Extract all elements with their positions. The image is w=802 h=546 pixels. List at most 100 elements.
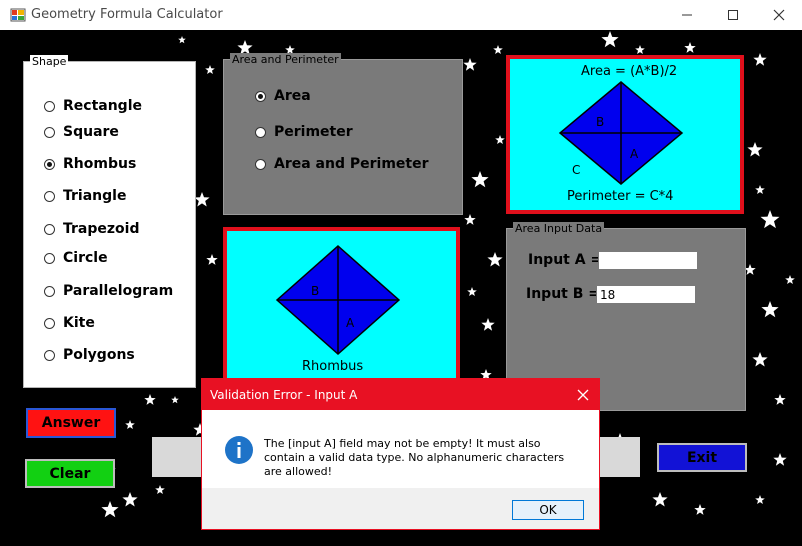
star-decoration (755, 185, 765, 194)
radio-label: Polygons (63, 347, 135, 363)
radio-button[interactable] (255, 90, 266, 102)
radio-button[interactable] (255, 158, 266, 170)
radio-button[interactable] (255, 126, 266, 138)
star-decoration (747, 142, 763, 157)
close-icon (773, 9, 785, 21)
dialog-title: Validation Error - Input A (210, 388, 358, 402)
star-decoration (694, 504, 706, 515)
radio-circle[interactable]: Circle (44, 250, 108, 266)
label-a: A (346, 316, 355, 330)
radio-label: Parallelogram (63, 283, 174, 299)
radio-trapezoid[interactable]: Trapezoid (44, 221, 139, 237)
radio-label: Rectangle (63, 98, 142, 114)
star-decoration (752, 352, 768, 367)
star-decoration (493, 45, 503, 54)
star-decoration (464, 214, 476, 225)
star-decoration (101, 501, 119, 518)
radio-rhombus[interactable]: Rhombus (44, 156, 136, 172)
radio-button[interactable] (44, 126, 55, 138)
radio-label: Square (63, 124, 119, 140)
label-a: A (630, 147, 639, 161)
radio-area-and-perimeter[interactable]: Area and Perimeter (255, 156, 429, 172)
radio-button[interactable] (44, 317, 55, 329)
radio-area[interactable]: Area (255, 88, 311, 104)
info-icon (225, 436, 253, 464)
star-decoration (635, 45, 645, 54)
validation-error-dialog: Validation Error - Input A The [input A]… (201, 378, 600, 530)
star-decoration (194, 192, 210, 207)
star-decoration (773, 453, 787, 466)
label-c: C (572, 163, 581, 177)
star-decoration (487, 252, 503, 267)
rhombus-formula-diagram (558, 81, 684, 185)
star-decoration (481, 318, 495, 331)
radio-label: Rhombus (63, 156, 137, 172)
star-decoration (744, 264, 756, 275)
maximize-button[interactable] (710, 0, 756, 30)
star-decoration (171, 396, 179, 404)
input-a-field[interactable] (598, 251, 698, 270)
radio-button[interactable] (44, 252, 55, 264)
perimeter-formula: Perimeter = C*4 (567, 189, 674, 204)
ok-button[interactable]: OK (512, 500, 584, 520)
maximize-icon (728, 10, 738, 20)
exit-button[interactable]: Exit (657, 443, 747, 472)
label-b: B (311, 284, 320, 298)
radio-rectangle[interactable]: Rectangle (44, 98, 142, 114)
radio-kite[interactable]: Kite (44, 315, 95, 331)
close-icon (577, 389, 589, 400)
star-decoration (755, 495, 765, 504)
star-decoration (144, 394, 156, 405)
radio-label: Trapezoid (63, 221, 140, 237)
formula-panel: Area = (A*B)/2 B A C Perimeter = C*4 (506, 55, 744, 214)
result-field-left (152, 437, 204, 477)
star-decoration (774, 394, 786, 405)
star-decoration (155, 485, 165, 494)
star-decoration (753, 53, 767, 66)
label-b: B (596, 115, 605, 129)
area-formula: Area = (A*B)/2 (581, 64, 678, 79)
calculation-group-legend: Area and Perimeter (230, 53, 341, 66)
close-button[interactable] (756, 0, 802, 30)
answer-button[interactable]: Answer (26, 408, 116, 438)
radio-parallelogram[interactable]: Parallelogram (44, 283, 173, 299)
radio-button[interactable] (44, 285, 55, 297)
input-a-label: Input A = (528, 252, 603, 268)
radio-button[interactable] (44, 223, 55, 235)
star-decoration (652, 492, 668, 507)
calculation-group: Area and Perimeter Area Perimeter Area a… (223, 53, 463, 215)
minimize-button[interactable] (664, 0, 710, 30)
star-decoration (122, 492, 138, 507)
radio-perimeter[interactable]: Perimeter (255, 124, 353, 140)
star-decoration (463, 58, 477, 71)
radio-polygons[interactable]: Polygons (44, 347, 135, 363)
minimize-icon (682, 14, 692, 16)
input-b-label: Input B = (526, 286, 601, 302)
dialog-close-button[interactable] (567, 379, 599, 410)
radio-label: Area (274, 88, 311, 104)
input-group-legend: Area Input Data (513, 222, 605, 235)
radio-triangle[interactable]: Triangle (44, 188, 126, 204)
radio-button[interactable] (44, 190, 55, 202)
star-decoration (601, 31, 619, 48)
radio-label: Area and Perimeter (274, 156, 429, 172)
window-title: Geometry Formula Calculator (31, 7, 223, 22)
star-decoration (178, 36, 186, 44)
star-decoration (467, 287, 477, 296)
radio-button[interactable] (44, 158, 55, 170)
radio-button[interactable] (44, 100, 55, 112)
star-decoration (471, 171, 489, 188)
radio-label: Kite (63, 315, 95, 331)
star-decoration (760, 210, 780, 229)
dialog-body: The [input A] field may not be empty! It… (202, 410, 599, 488)
shape-preview-panel: B A Rhombus (223, 227, 460, 387)
clear-button[interactable]: Clear (25, 459, 115, 488)
input-b-field[interactable]: 18 (596, 285, 696, 304)
shape-caption: Rhombus (302, 359, 364, 374)
star-decoration (785, 275, 795, 284)
radio-button[interactable] (44, 349, 55, 361)
star-decoration (125, 420, 135, 429)
radio-square[interactable]: Square (44, 124, 119, 140)
dialog-message: The [input A] field may not be empty! It… (264, 437, 565, 478)
title-bar: Geometry Formula Calculator (0, 0, 802, 30)
